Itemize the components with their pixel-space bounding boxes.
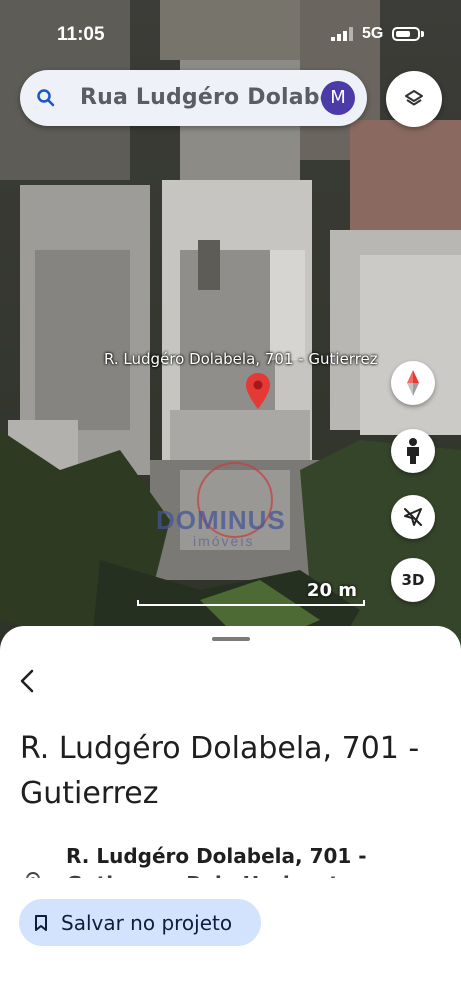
- status-bar: 11:05 5G: [0, 0, 461, 62]
- search-bar[interactable]: Rua Ludgéro Dolabela M: [20, 70, 367, 126]
- place-title: R. Ludgéro Dolabela, 701 - Gutierrez: [20, 731, 420, 811]
- battery-tip: [421, 31, 424, 37]
- pegman-icon: [407, 438, 419, 464]
- watermark-brand: DOMINUS: [156, 505, 286, 535]
- sheet-drag-handle[interactable]: [212, 637, 250, 641]
- scale-label: 20 m: [306, 580, 357, 601]
- layers-button[interactable]: [386, 71, 442, 127]
- map-scale: 20 m: [137, 578, 365, 608]
- compass-icon: [407, 370, 419, 396]
- location-off-icon: [404, 508, 422, 526]
- watermark-subtitle: imóveis: [193, 533, 255, 549]
- map-place-label: R. Ludgéro Dolabela, 701 - Gutierrez: [104, 350, 378, 368]
- compass-button[interactable]: [391, 361, 435, 405]
- place-bottom-sheet[interactable]: R. Ludgéro Dolabela, 701 - Gutierrez R. …: [0, 626, 461, 1000]
- save-button-label: Salvar no projeto: [61, 911, 233, 935]
- location-button[interactable]: [391, 495, 435, 539]
- 3d-button[interactable]: 3D: [391, 558, 435, 602]
- content-fade: [0, 874, 461, 894]
- address-text: R. Ludgéro Dolabela, 701 - Gutierrez, Be…: [66, 844, 367, 878]
- map-view[interactable]: 11:05 5G Rua Ludgéro Dolabela M R. Ludgé…: [0, 0, 461, 660]
- scale-bar: [137, 600, 365, 606]
- search-query[interactable]: Rua Ludgéro Dolabela: [80, 85, 330, 110]
- network-type: 5G: [362, 25, 384, 42]
- street-view-button[interactable]: [391, 429, 435, 473]
- battery-icon: [392, 27, 420, 41]
- signal-icon: [331, 27, 353, 41]
- avatar[interactable]: M: [321, 81, 355, 115]
- bookmark-icon: [35, 915, 47, 931]
- search-icon[interactable]: [36, 88, 56, 108]
- red-pin-icon[interactable]: [245, 372, 271, 410]
- address-row[interactable]: R. Ludgéro Dolabela, 701 - Gutierrez, Be…: [20, 838, 460, 878]
- layers-icon: [405, 90, 423, 106]
- save-to-project-button[interactable]: Salvar no projeto: [19, 899, 261, 946]
- status-time: 11:05: [57, 24, 105, 45]
- back-arrow-icon[interactable]: [14, 666, 42, 696]
